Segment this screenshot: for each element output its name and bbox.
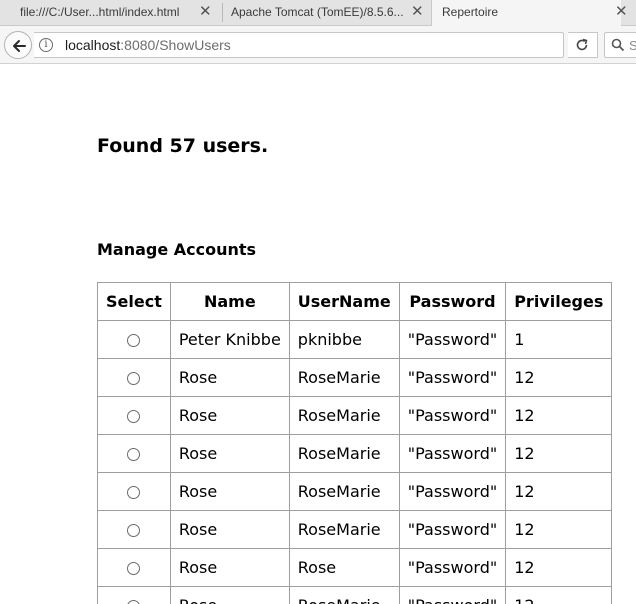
table-row: Rose Rose "Password" 12 [97, 548, 613, 587]
reload-button[interactable] [568, 32, 598, 58]
reload-icon [576, 38, 588, 51]
navigation-toolbar: i localhost:8080/ShowUsers Se [0, 26, 636, 64]
username-cell: Rose [288, 548, 400, 587]
table-row: Peter Knibbe pknibbe "Password" 1 [97, 320, 613, 359]
table-header-row: Select Name UserName Password Privileges [97, 282, 613, 321]
search-placeholder: Se [629, 38, 636, 53]
select-radio[interactable] [127, 562, 141, 575]
username-cell: RoseMarie [288, 510, 400, 549]
password-cell: "Password" [398, 548, 507, 587]
header-privileges: Privileges [505, 282, 613, 321]
tab-strip: file:///C:/User...html/index.html ✕ Apac… [0, 0, 636, 27]
url-path: :8080/ShowUsers [120, 37, 231, 53]
password-cell: "Password" [398, 472, 507, 511]
tab-repertoire[interactable]: Repertoire ✕ [431, 0, 628, 27]
username-cell: RoseMarie [288, 434, 400, 473]
privileges-cell: 12 [505, 396, 613, 435]
back-button[interactable] [4, 31, 32, 59]
select-radio[interactable] [127, 334, 141, 347]
tab-title: Apache Tomcat (TomEE)/8.5.6... [231, 5, 404, 19]
table-row: RoseRoseMarie"Password"12 [97, 358, 613, 397]
back-arrow-icon [13, 40, 26, 52]
privileges-cell: 12 [505, 510, 613, 549]
close-icon[interactable]: ✕ [615, 0, 628, 24]
table-row: RoseRoseMarie"Password"12 [97, 586, 613, 604]
header-select: Select [97, 282, 171, 321]
table-row: RoseRoseMarie"Password"12 [97, 434, 613, 473]
name-cell: Rose [169, 548, 290, 587]
page-content: Found 57 users. Manage Accounts Select N… [0, 65, 636, 604]
table-row: RoseRoseMarie"Password"12 [97, 396, 613, 435]
table-row: RoseRoseMarie"Password"12 [97, 472, 613, 511]
name-cell: Peter Knibbe [169, 320, 290, 359]
select-radio[interactable] [127, 410, 141, 423]
privileges-cell: 12 [505, 434, 613, 473]
name-cell: Rose [169, 510, 290, 549]
header-username: UserName [288, 282, 400, 321]
select-cell [97, 320, 171, 359]
tab-apache-tomcat[interactable]: Apache Tomcat (TomEE)/8.5.6... ✕ [222, 0, 432, 26]
url-host: localhost [65, 37, 121, 53]
search-box[interactable]: Se [604, 32, 636, 58]
username-cell: RoseMarie [288, 586, 400, 604]
select-cell [97, 510, 171, 549]
tab-title: file:///C:/User...html/index.html [20, 5, 180, 19]
password-cell: "Password" [398, 358, 507, 397]
privileges-cell: 12 [505, 358, 613, 397]
header-name: Name [169, 282, 290, 321]
name-cell: Rose [169, 586, 290, 604]
tab-title: Repertoire [442, 5, 499, 19]
select-cell [97, 586, 171, 604]
privileges-cell: 12 [505, 548, 613, 587]
name-cell: Rose [169, 396, 290, 435]
users-table: Select Name UserName Password Privileges… [97, 282, 613, 604]
close-icon[interactable]: ✕ [411, 0, 424, 24]
found-users-heading: Found 57 users. [97, 135, 269, 157]
password-cell: "Password" [398, 396, 507, 435]
select-radio[interactable] [127, 524, 141, 537]
name-cell: Rose [169, 358, 290, 397]
url-text[interactable]: localhost:8080/ShowUsers [65, 37, 231, 53]
address-bar[interactable]: i localhost:8080/ShowUsers [34, 32, 564, 58]
name-cell: Rose [169, 434, 290, 473]
select-radio[interactable] [127, 486, 141, 499]
select-cell [97, 358, 171, 397]
name-cell: Rose [169, 472, 290, 511]
select-radio[interactable] [127, 600, 141, 604]
username-cell: RoseMarie [288, 396, 400, 435]
select-radio[interactable] [127, 448, 141, 461]
username-cell: RoseMarie [288, 358, 400, 397]
user-rows: Peter Knibbe pknibbe "Password" 1 Rose RoseMa… [97, 320, 613, 604]
password-cell: "Password" [398, 586, 507, 604]
select-cell [97, 396, 171, 435]
close-icon[interactable]: ✕ [199, 0, 212, 24]
info-icon[interactable]: i [39, 38, 53, 52]
privileges-cell: 12 [505, 472, 613, 511]
select-cell [97, 434, 171, 473]
manage-accounts-heading: Manage Accounts [97, 240, 257, 259]
select-cell [97, 548, 171, 587]
header-password: Password [398, 282, 507, 321]
password-cell: "Password" [398, 510, 507, 549]
privileges-cell: 12 [505, 586, 613, 604]
table-row: RoseRoseMarie"Password"12 [97, 510, 613, 549]
search-icon [611, 38, 625, 52]
password-cell: "Password" [398, 320, 507, 359]
select-cell [97, 472, 171, 511]
tab-file-index[interactable]: file:///C:/User...html/index.html ✕ [0, 0, 222, 26]
select-radio[interactable] [127, 372, 141, 385]
username-cell: pknibbe [288, 320, 400, 359]
password-cell: "Password" [398, 434, 507, 473]
privileges-cell: 1 [505, 320, 613, 359]
username-cell: RoseMarie [288, 472, 400, 511]
